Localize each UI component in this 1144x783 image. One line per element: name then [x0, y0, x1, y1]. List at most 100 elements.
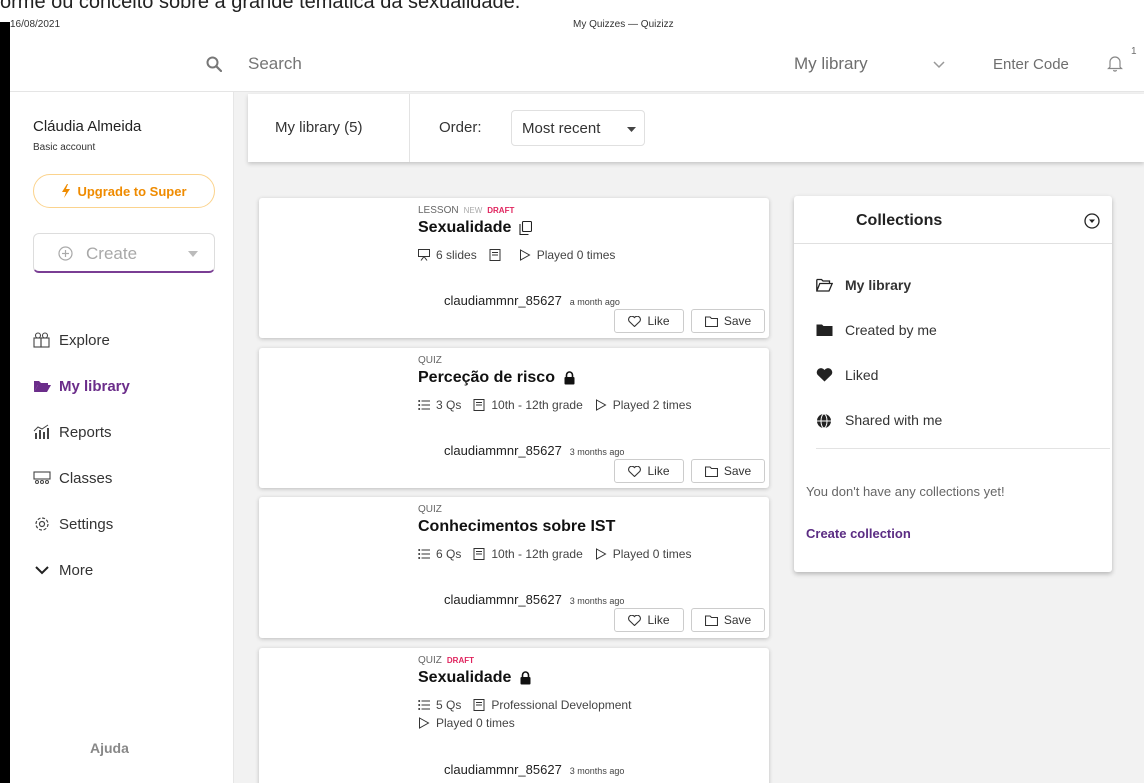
card-title-row: Sexualidade	[418, 219, 533, 237]
sidebar-item-explore[interactable]: Explore	[33, 328, 110, 352]
card-title-row: Perceção de risco	[418, 369, 576, 387]
save-button[interactable]: Save	[691, 608, 765, 632]
collection-item-liked[interactable]: Liked	[816, 367, 878, 383]
card-author[interactable]: claudiammnr_85627	[444, 762, 562, 777]
search-icon[interactable]	[206, 56, 222, 72]
card-type-line: QUIZ DRAFT	[418, 655, 474, 666]
order-select[interactable]: Most recent	[511, 110, 645, 146]
sidebar-item-my-library[interactable]: My library	[33, 374, 130, 398]
sidebar: Cláudia Almeida Basic account Upgrade to…	[10, 92, 234, 783]
collection-item-label: Created by me	[845, 322, 937, 338]
card-date: 3 months ago	[569, 447, 625, 457]
sidebar-item-label: Reports	[59, 423, 112, 441]
collection-item-label: Shared with me	[845, 412, 943, 428]
search-input[interactable]	[248, 54, 548, 74]
card-title[interactable]: Conhecimentos sobre IST	[418, 518, 615, 536]
card-grade: Professional Development	[491, 698, 632, 712]
upgrade-label: Upgrade to Super	[77, 183, 187, 199]
grade-book-icon	[473, 699, 485, 711]
divider	[816, 448, 1110, 449]
folder-icon	[704, 315, 718, 327]
lock-icon	[520, 671, 531, 685]
question-count: 3 Qs	[436, 398, 462, 412]
quiz-card[interactable]: QUIZ Perceção de risco 3 Qs 10th - 12th …	[259, 348, 769, 488]
chevron-down-icon[interactable]	[932, 57, 946, 71]
collection-item-my-library[interactable]: My library	[816, 277, 911, 293]
sidebar-item-label: Classes	[59, 469, 113, 487]
help-link[interactable]: Ajuda	[90, 740, 129, 756]
card-type-line: QUIZ	[418, 355, 442, 366]
draft-badge: DRAFT	[446, 656, 474, 665]
library-count[interactable]: My library (5)	[275, 119, 363, 136]
card-meta: 6 slides Played 0 times	[418, 248, 621, 262]
create-label: Create	[86, 244, 138, 263]
upgrade-button[interactable]: Upgrade to Super	[33, 174, 215, 208]
card-title[interactable]: Perceção de risco	[418, 369, 555, 387]
print-date: 16/08/2021	[10, 19, 61, 30]
card-author[interactable]: claudiammnr_85627	[444, 443, 562, 458]
slide-count: 6 slides	[436, 248, 477, 262]
quizizz-app: My library Enter Code 1 Cláudia Almeida …	[10, 32, 1144, 783]
reports-icon	[33, 424, 51, 440]
card-title[interactable]: Sexualidade	[418, 219, 511, 237]
classes-icon	[33, 470, 51, 486]
card-type: LESSON	[418, 205, 459, 216]
bell-icon[interactable]	[1107, 54, 1123, 72]
sidebar-item-reports[interactable]: Reports	[33, 420, 112, 444]
copy-icon[interactable]	[519, 221, 533, 235]
new-badge: NEW	[463, 206, 483, 215]
sidebar-item-classes[interactable]: Classes	[33, 466, 112, 490]
caret-down-icon[interactable]	[188, 251, 198, 257]
order-value: Most recent	[522, 120, 601, 137]
like-button[interactable]: Like	[614, 459, 684, 483]
card-type-line: LESSON NEW DRAFT	[418, 205, 514, 216]
like-button[interactable]: Like	[614, 309, 684, 333]
print-header: 16/08/2021 My Quizzes — Quizizz	[10, 18, 1144, 32]
enter-code-button[interactable]: Enter Code	[993, 56, 1069, 73]
folder-icon	[704, 614, 718, 626]
divider	[409, 94, 410, 162]
question-count: 5 Qs	[436, 698, 462, 712]
card-grade: 10th - 12th grade	[491, 547, 583, 561]
like-button[interactable]: Like	[614, 608, 684, 632]
collections-header: Collections	[794, 196, 1112, 244]
draft-badge: DRAFT	[487, 206, 515, 215]
user-name: Cláudia Almeida	[33, 118, 142, 135]
question-list-icon	[418, 400, 430, 410]
collections-title: Collections	[856, 212, 943, 229]
card-type: QUIZ	[418, 355, 442, 366]
chevron-circle-down-icon[interactable]	[1084, 213, 1100, 229]
grade-book-icon	[489, 249, 501, 261]
explore-icon	[33, 332, 51, 348]
card-title[interactable]: Sexualidade	[418, 669, 511, 687]
library-select[interactable]: My library	[794, 54, 868, 74]
sidebar-item-settings[interactable]: Settings	[33, 512, 113, 536]
quiz-card[interactable]: QUIZ DRAFT Sexualidade 5 Qs Professional…	[259, 648, 769, 783]
card-author[interactable]: claudiammnr_85627	[444, 293, 562, 308]
sidebar-item-label: Settings	[59, 515, 114, 533]
card-date: 3 months ago	[569, 596, 625, 606]
card-author[interactable]: claudiammnr_85627	[444, 592, 562, 607]
card-meta: 5 Qs Professional Development Played 0 t…	[418, 698, 718, 730]
folder-icon	[704, 465, 718, 477]
collection-item-created-by-me[interactable]: Created by me	[816, 322, 937, 338]
heart-outline-icon	[628, 614, 642, 626]
create-button[interactable]: Create	[33, 233, 215, 273]
sidebar-item-more[interactable]: More	[33, 558, 93, 582]
save-button[interactable]: Save	[691, 459, 765, 483]
presentation-icon	[418, 249, 430, 261]
create-collection-link[interactable]: Create collection	[806, 526, 911, 541]
library-filter-bar: My library (5) Order: Most recent	[248, 94, 1144, 162]
heart-outline-icon	[628, 465, 642, 477]
empty-collections-message: You don't have any collections yet!	[806, 484, 1005, 499]
play-icon	[595, 399, 607, 411]
collection-item-shared[interactable]: Shared with me	[816, 412, 942, 428]
sidebar-item-label: Explore	[59, 331, 110, 349]
question-list-icon	[418, 549, 430, 559]
card-type-line: QUIZ	[418, 504, 442, 515]
quiz-card[interactable]: LESSON NEW DRAFT Sexualidade 6 slides Pl…	[259, 198, 769, 338]
question-list-icon	[418, 700, 430, 710]
card-type: QUIZ	[418, 504, 442, 515]
quiz-card[interactable]: QUIZ Conhecimentos sobre IST 6 Qs 10th -…	[259, 497, 769, 638]
save-button[interactable]: Save	[691, 309, 765, 333]
